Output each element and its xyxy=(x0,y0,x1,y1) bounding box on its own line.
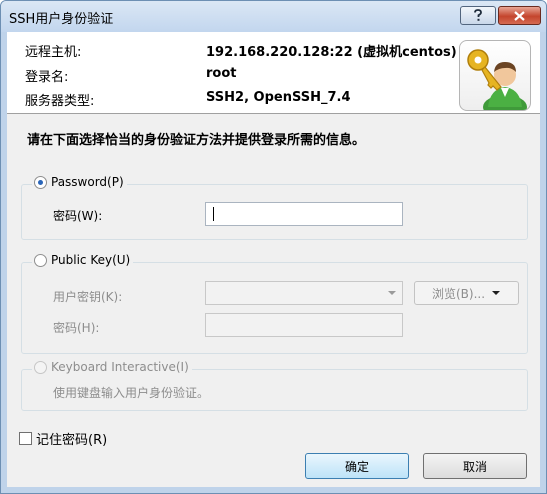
public-key-group: Public Key(U) 用户密钥(K): 浏览(B)... 密码(H): xyxy=(21,253,528,354)
question-icon xyxy=(474,9,482,21)
keyboard-interactive-description: 使用键盘输入用户身份验证。 xyxy=(53,386,210,400)
browse-button-label: 浏览(B)... xyxy=(431,286,486,301)
remember-password-label: 记住密码(R) xyxy=(36,433,108,448)
keyboard-interactive-group: Keyboard Interactive(I) 使用键盘输入用户身份验证。 xyxy=(21,360,528,411)
remote-host-label: 远程主机: xyxy=(25,45,82,60)
cancel-button[interactable]: 取消 xyxy=(423,453,527,479)
radio-disabled-icon[interactable] xyxy=(34,360,47,374)
auth-dialog: SSH用户身份验证 远程主机: 192.168.220.128:22 (虚拟机c… xyxy=(0,0,547,494)
radio-unselected-icon[interactable] xyxy=(34,253,47,267)
keyboard-interactive-label: Keyboard Interactive(I) xyxy=(51,360,189,374)
user-key-combobox[interactable] xyxy=(205,281,403,305)
help-button[interactable] xyxy=(460,6,496,25)
login-name-label: 登录名: xyxy=(25,70,69,85)
server-type-value: SSH2, OpenSSH_7.4 xyxy=(206,90,351,105)
user-key-label: 用户密钥(K): xyxy=(53,290,123,304)
user-key-icon xyxy=(459,40,531,111)
passphrase-label: 密码(H): xyxy=(53,321,100,335)
remember-password-checkbox[interactable]: 记住密码(R) xyxy=(19,429,107,448)
close-button[interactable] xyxy=(498,6,541,25)
browse-button[interactable]: 浏览(B)... xyxy=(414,281,519,305)
public-key-radio-label: Public Key(U) xyxy=(51,253,131,267)
radio-selected-icon[interactable] xyxy=(34,175,47,189)
text-caret xyxy=(213,207,214,221)
checkbox-icon[interactable] xyxy=(19,432,32,445)
dropdown-arrow-icon xyxy=(492,291,501,295)
instruction-text: 请在下面选择恰当的身份验证方法并提供登录所需的信息。 xyxy=(27,133,366,148)
connection-info-panel: 远程主机: 192.168.220.128:22 (虚拟机centos) 登录名… xyxy=(7,32,540,114)
window-title: SSH用户身份验证 xyxy=(9,12,114,27)
chevron-down-icon xyxy=(388,291,396,295)
password-radio-label: Password(P) xyxy=(51,175,124,189)
title-bar[interactable]: SSH用户身份验证 xyxy=(1,1,546,32)
ok-button-label: 确定 xyxy=(344,459,369,474)
password-group: Password(P) 密码(W): xyxy=(21,175,528,240)
close-icon xyxy=(514,10,525,21)
server-type-label: 服务器类型: xyxy=(25,94,95,109)
dialog-body: 远程主机: 192.168.220.128:22 (虚拟机centos) 登录名… xyxy=(7,32,540,487)
remote-host-value: 192.168.220.128:22 (虚拟机centos) xyxy=(206,45,457,60)
keyboard-interactive-radio[interactable]: Keyboard Interactive(I) xyxy=(32,360,192,374)
password-label: 密码(W): xyxy=(53,209,103,223)
public-key-radio[interactable]: Public Key(U) xyxy=(32,253,134,267)
passphrase-input[interactable] xyxy=(205,313,403,337)
login-name-value: root xyxy=(206,66,237,81)
ok-button[interactable]: 确定 xyxy=(305,453,409,479)
password-input[interactable] xyxy=(205,202,403,226)
cancel-button-label: 取消 xyxy=(462,459,487,474)
password-radio[interactable]: Password(P) xyxy=(32,175,127,189)
